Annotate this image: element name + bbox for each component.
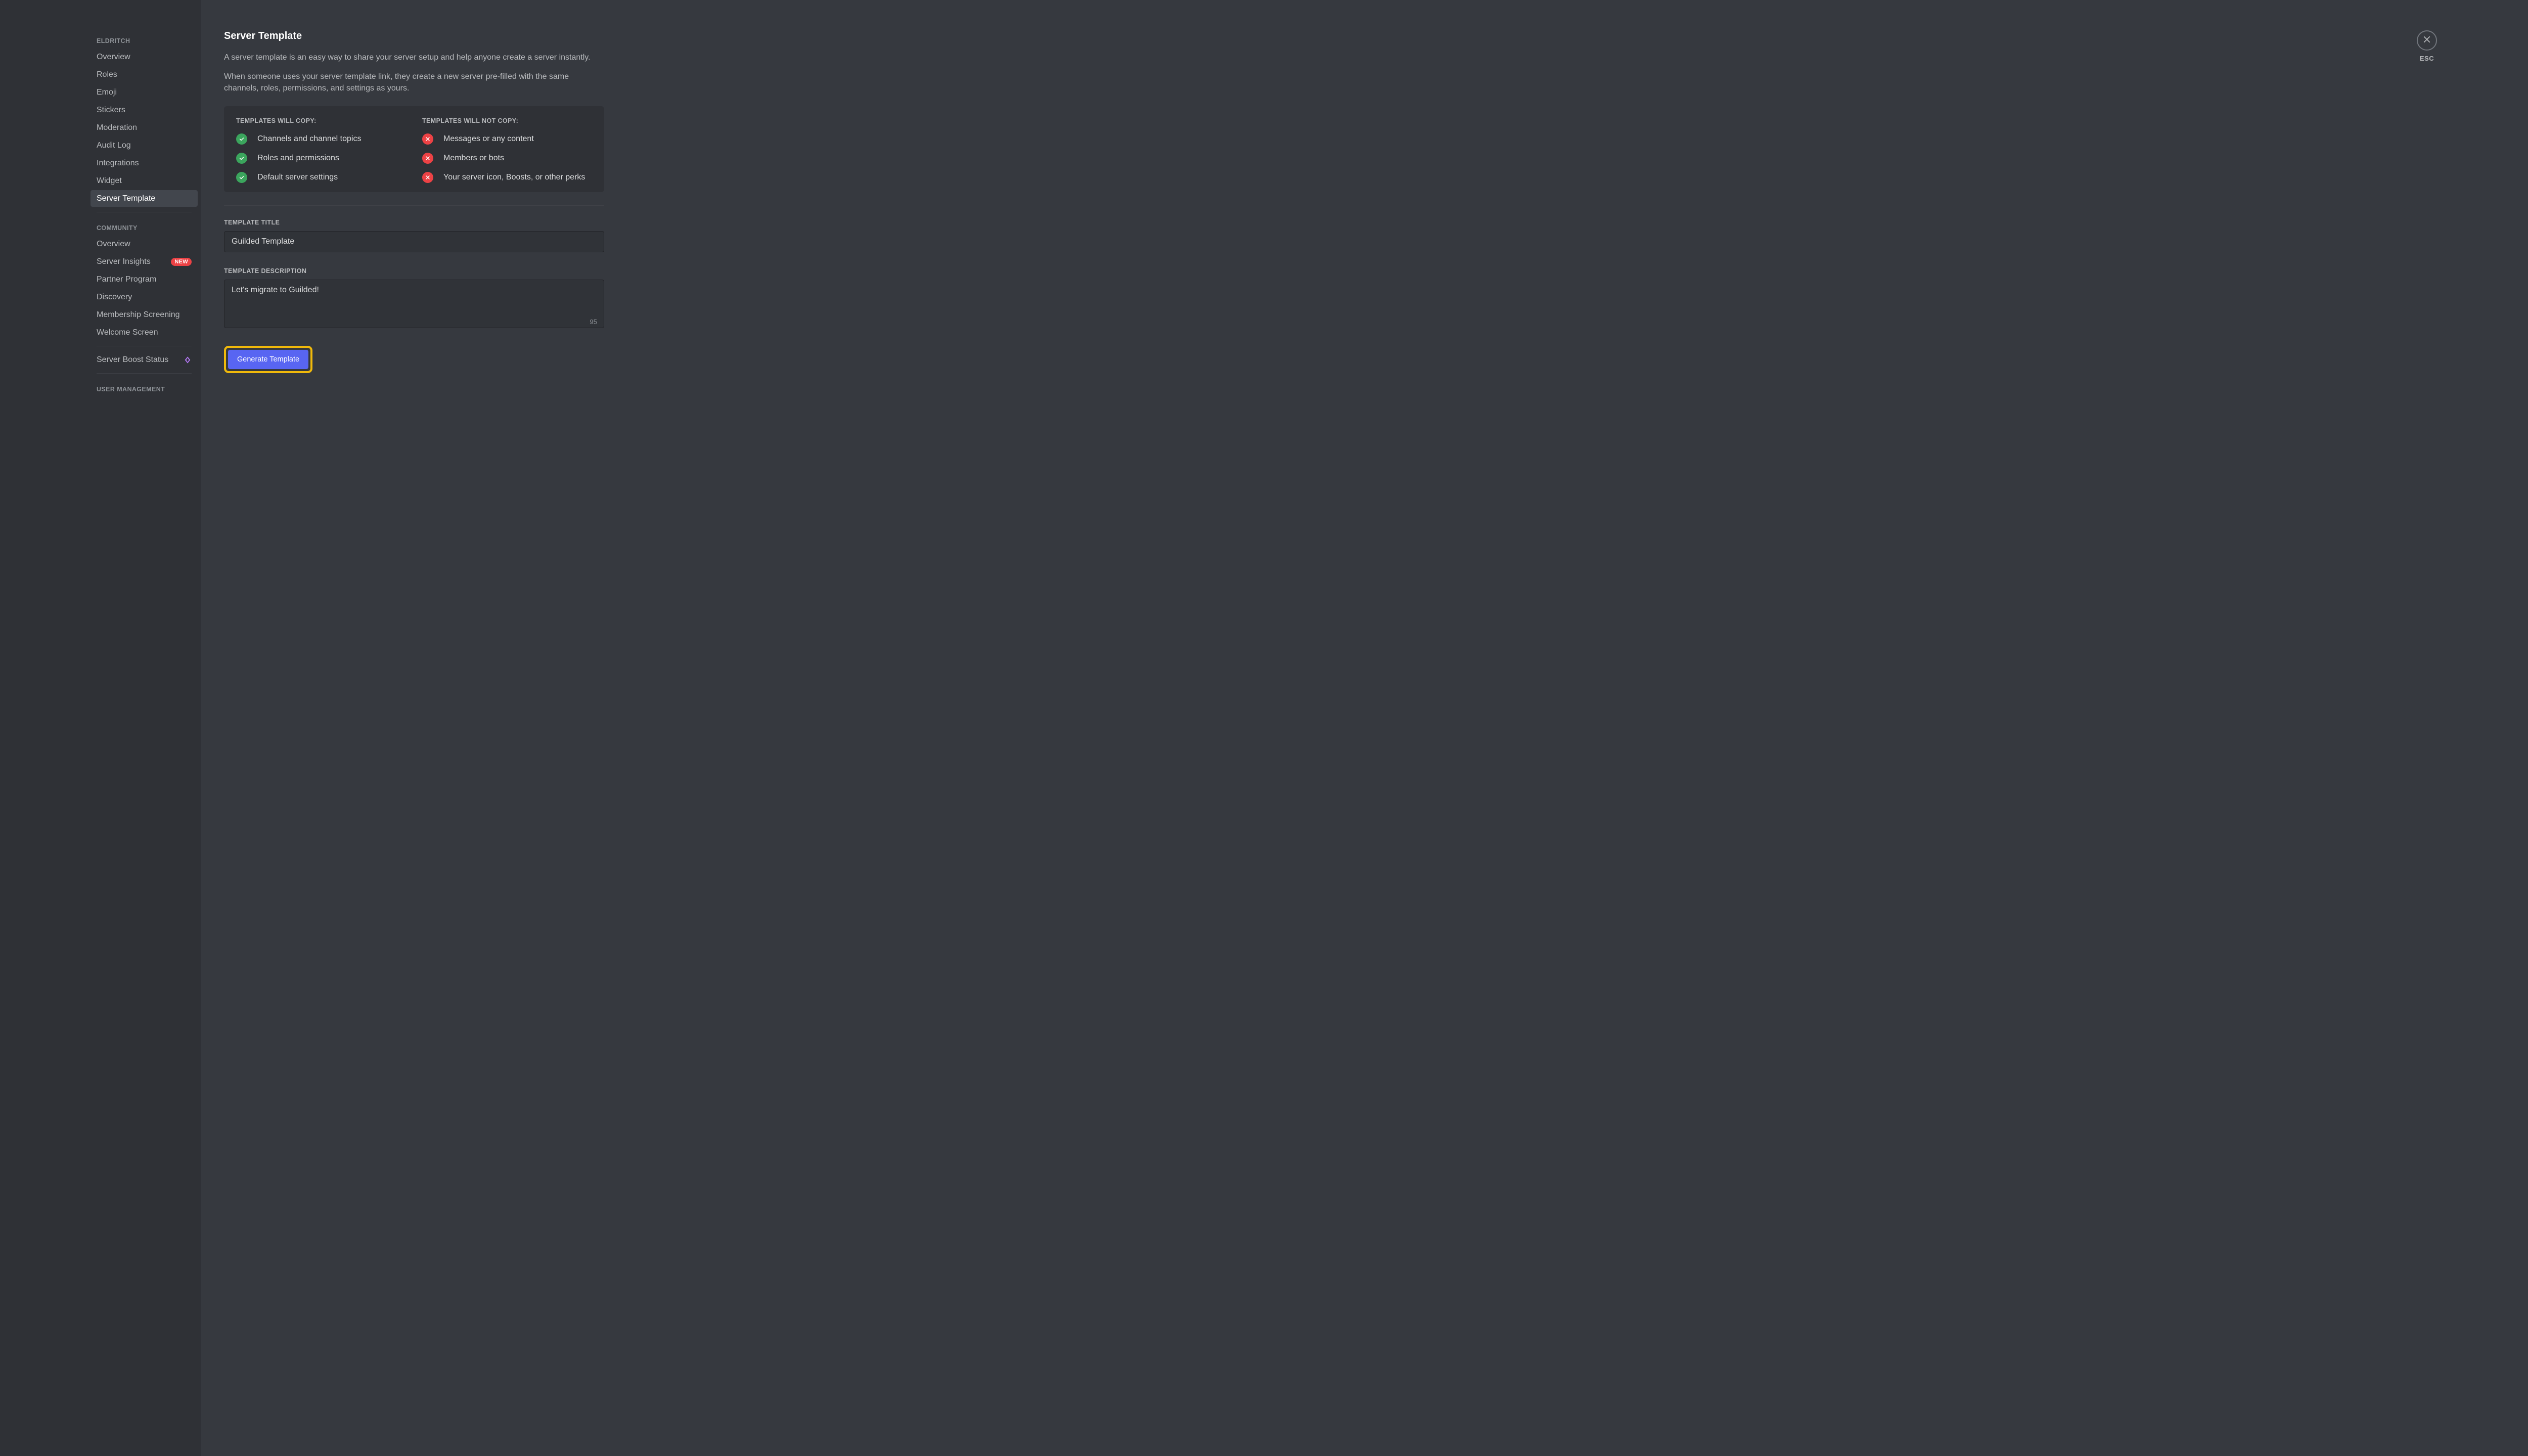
will-not-copy-row: Your server icon, Boosts, or other perks xyxy=(422,172,592,183)
will-not-copy-text: Members or bots xyxy=(443,154,504,163)
generate-template-button[interactable]: Generate Template xyxy=(228,350,308,369)
sidebar-item-label: Emoji xyxy=(97,88,117,97)
sidebar-item-server-template[interactable]: Server Template xyxy=(91,190,198,207)
will-copy-row: Channels and channel topics xyxy=(236,133,406,145)
sidebar-section-community: COMMUNITY xyxy=(91,217,198,235)
sidebar-item-label: Roles xyxy=(97,70,117,79)
new-badge: NEW xyxy=(171,258,192,266)
app-root: ELDRITCH Overview Roles Emoji Stickers M… xyxy=(0,0,2528,1456)
char-counter: 95 xyxy=(590,318,597,326)
will-copy-row: Default server settings xyxy=(236,172,406,183)
template-description-label: TEMPLATE DESCRIPTION xyxy=(224,267,604,275)
will-copy-text: Default server settings xyxy=(257,173,338,182)
textarea-wrapper: 95 xyxy=(224,280,604,331)
close-button[interactable] xyxy=(2417,30,2437,51)
page-title: Server Template xyxy=(224,30,604,42)
check-circle-icon xyxy=(236,172,247,183)
template-title-input[interactable] xyxy=(224,231,604,252)
template-description-field-block: TEMPLATE DESCRIPTION 95 xyxy=(224,267,604,331)
will-copy-text: Roles and permissions xyxy=(257,154,339,163)
sidebar-item-label: Stickers xyxy=(97,106,125,115)
settings-sidebar: ELDRITCH Overview Roles Emoji Stickers M… xyxy=(0,0,201,1456)
sidebar-item-label: Welcome Screen xyxy=(97,328,158,337)
sidebar-item-server-insights[interactable]: Server Insights NEW xyxy=(91,253,198,270)
sidebar-item-discovery[interactable]: Discovery xyxy=(91,289,198,305)
template-description-input[interactable] xyxy=(224,280,604,328)
will-not-copy-text: Your server icon, Boosts, or other perks xyxy=(443,173,585,182)
will-not-copy-row: Messages or any content xyxy=(422,133,592,145)
sidebar-item-widget[interactable]: Widget xyxy=(91,172,198,189)
sidebar-item-server-boost-status[interactable]: Server Boost Status xyxy=(91,351,198,368)
sidebar-item-moderation[interactable]: Moderation xyxy=(91,119,198,136)
sidebar-item-roles[interactable]: Roles xyxy=(91,66,198,83)
content-column: Server Template A server template is an … xyxy=(224,30,604,1436)
sidebar-item-label: Server Template xyxy=(97,194,155,203)
sidebar-item-label: Partner Program xyxy=(97,275,156,284)
divider xyxy=(224,205,604,206)
will-not-copy-header: TEMPLATES WILL NOT COPY: xyxy=(422,117,592,124)
close-label: ESC xyxy=(2420,55,2434,62)
close-controls: ESC xyxy=(2417,30,2437,62)
sidebar-item-welcome-screen[interactable]: Welcome Screen xyxy=(91,324,198,341)
x-circle-icon xyxy=(422,133,433,145)
will-not-copy-column: TEMPLATES WILL NOT COPY: Messages or any… xyxy=(422,117,592,183)
sidebar-item-label: Integrations xyxy=(97,159,139,168)
sidebar-item-label: Discovery xyxy=(97,293,132,302)
will-copy-text: Channels and channel topics xyxy=(257,134,361,144)
sidebar-item-label: Overview xyxy=(97,240,130,249)
sidebar-item-community-overview[interactable]: Overview xyxy=(91,236,198,252)
template-title-field-block: TEMPLATE TITLE xyxy=(224,219,604,252)
will-copy-column: TEMPLATES WILL COPY: Channels and channe… xyxy=(236,117,406,183)
page-description-2: When someone uses your server template l… xyxy=(224,71,604,94)
template-title-label: TEMPLATE TITLE xyxy=(224,219,604,226)
close-icon xyxy=(2422,35,2431,47)
sidebar-item-partner-program[interactable]: Partner Program xyxy=(91,271,198,288)
check-circle-icon xyxy=(236,133,247,145)
page-description-1: A server template is an easy way to shar… xyxy=(224,52,604,63)
sidebar-item-overview[interactable]: Overview xyxy=(91,49,198,65)
content-area: Server Template A server template is an … xyxy=(201,0,2528,1456)
sidebar-section-user-management: USER MANAGEMENT xyxy=(91,379,198,396)
will-copy-row: Roles and permissions xyxy=(236,153,406,164)
button-highlight-ring: Generate Template xyxy=(224,346,312,373)
x-circle-icon xyxy=(422,172,433,183)
sidebar-item-emoji[interactable]: Emoji xyxy=(91,84,198,101)
sidebar-item-audit-log[interactable]: Audit Log xyxy=(91,137,198,154)
x-circle-icon xyxy=(422,153,433,164)
sidebar-item-label: Audit Log xyxy=(97,141,131,150)
sidebar-inner: ELDRITCH Overview Roles Emoji Stickers M… xyxy=(91,30,201,1456)
will-copy-header: TEMPLATES WILL COPY: xyxy=(236,117,406,124)
sidebar-item-label: Widget xyxy=(97,176,122,186)
will-not-copy-row: Members or bots xyxy=(422,153,592,164)
check-circle-icon xyxy=(236,153,247,164)
sidebar-divider xyxy=(97,373,192,374)
sidebar-item-stickers[interactable]: Stickers xyxy=(91,102,198,118)
sidebar-server-name: ELDRITCH xyxy=(91,30,198,48)
template-info-box: TEMPLATES WILL COPY: Channels and channe… xyxy=(224,106,604,192)
will-not-copy-text: Messages or any content xyxy=(443,134,534,144)
sidebar-item-label: Membership Screening xyxy=(97,310,180,320)
sidebar-item-label: Server Insights xyxy=(97,257,151,266)
boost-gem-icon xyxy=(184,356,192,364)
sidebar-item-integrations[interactable]: Integrations xyxy=(91,155,198,171)
sidebar-item-label: Server Boost Status xyxy=(97,355,168,365)
sidebar-item-membership-screening[interactable]: Membership Screening xyxy=(91,306,198,323)
sidebar-item-label: Overview xyxy=(97,53,130,62)
sidebar-item-label: Moderation xyxy=(97,123,137,132)
